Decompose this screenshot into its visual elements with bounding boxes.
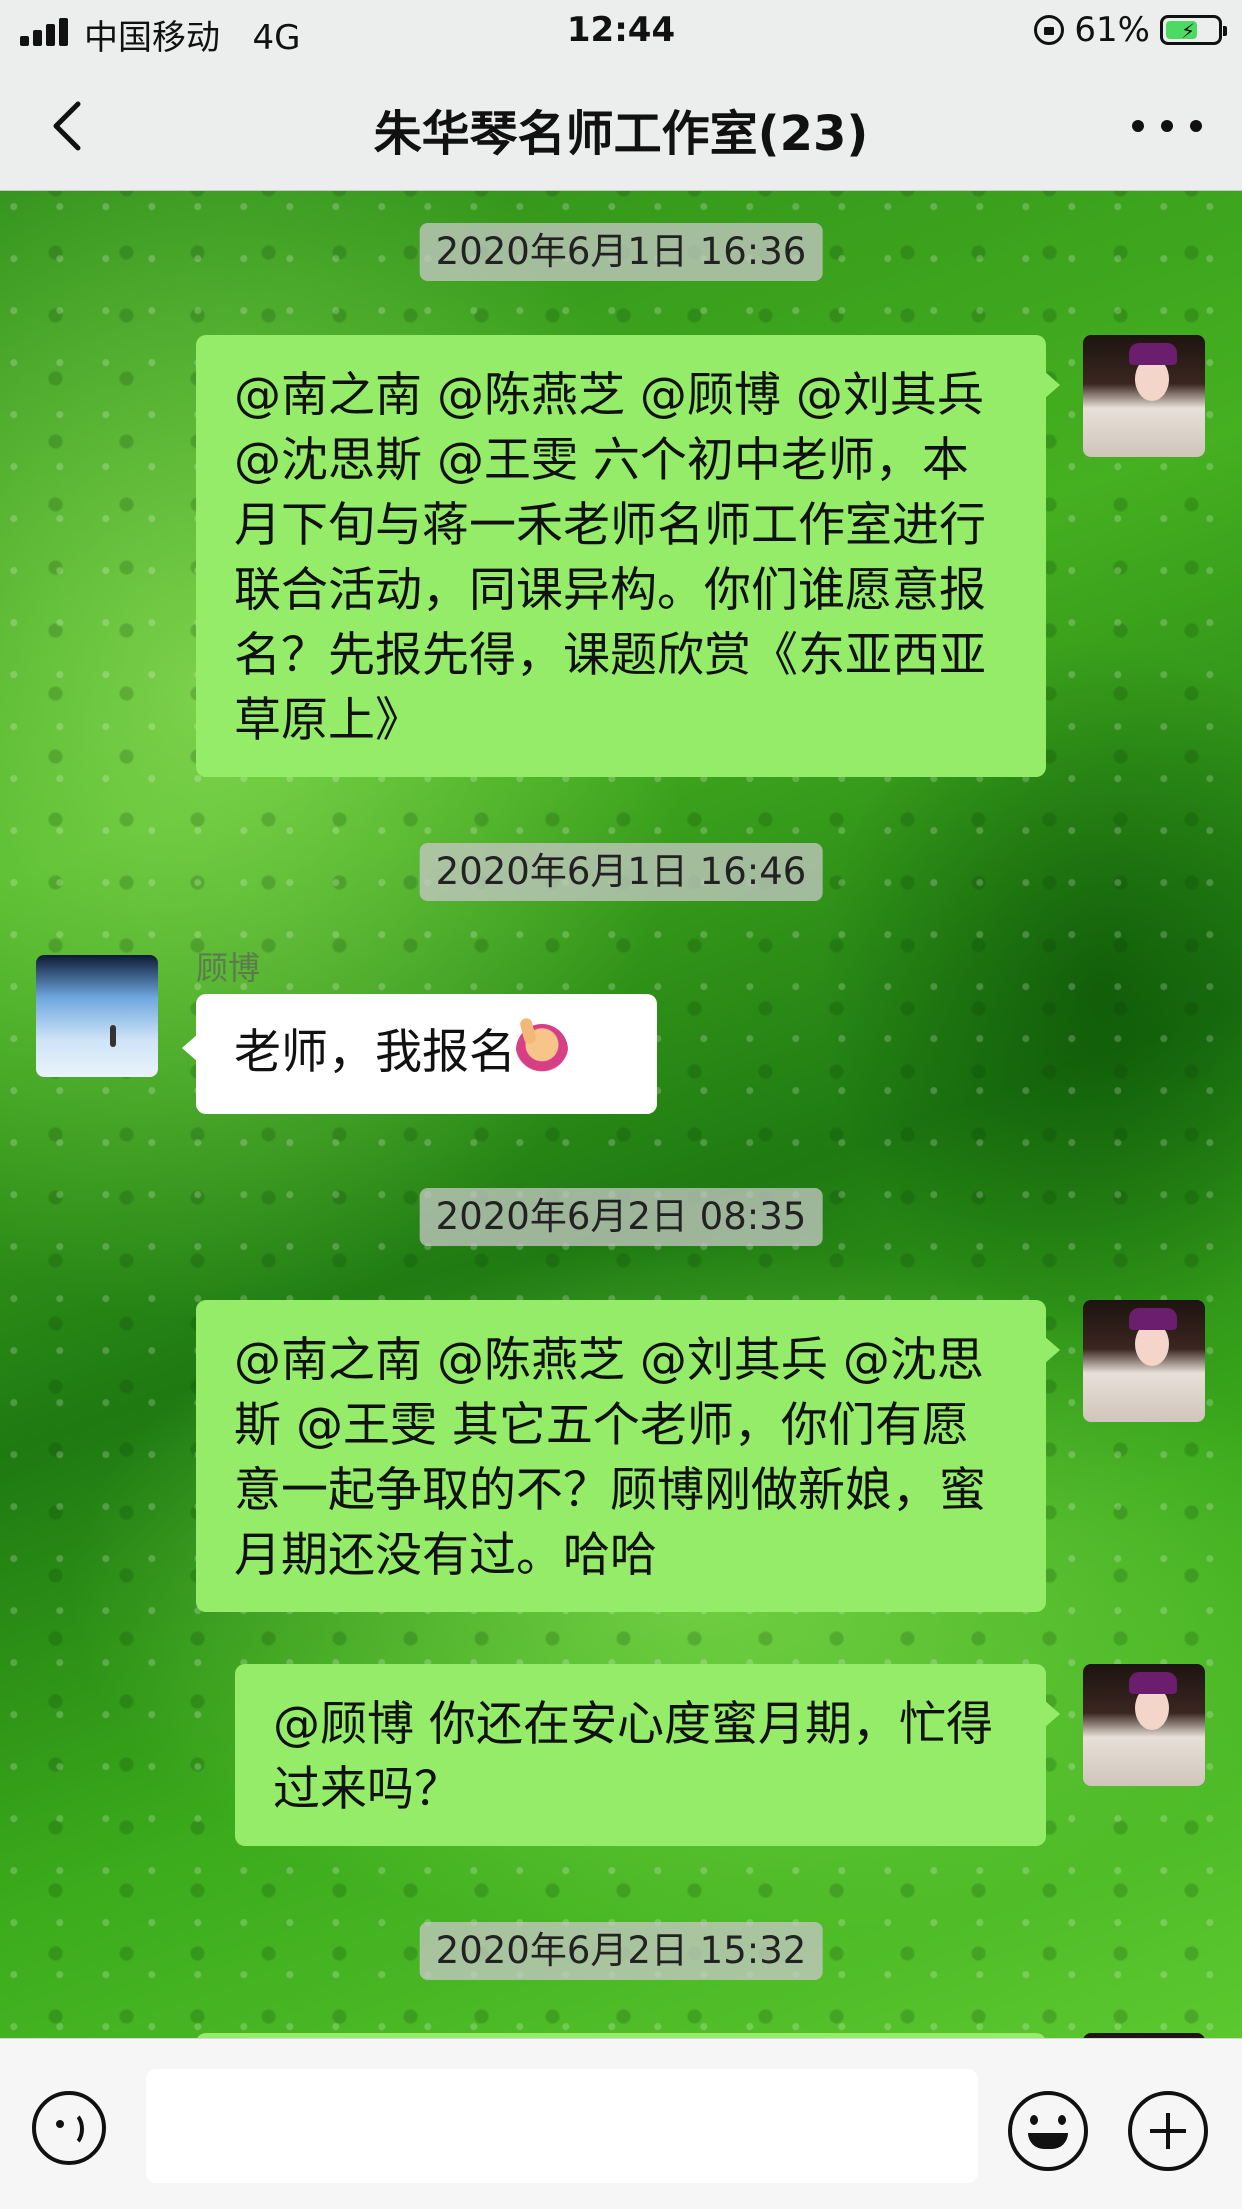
- charging-bolt-icon: ⚡: [1181, 19, 1196, 43]
- my-avatar[interactable]: [1083, 1664, 1205, 1786]
- ellipsis-icon[interactable]: [1132, 106, 1202, 146]
- message-timestamp: 2020年6月1日 16:46: [419, 843, 823, 901]
- chat-title: 朱华琴名师工作室(23): [373, 106, 869, 162]
- plus-icon[interactable]: [1128, 2091, 1208, 2171]
- my-avatar[interactable]: [1083, 1300, 1205, 1422]
- raising-hand-emoji-icon: [516, 1024, 568, 1076]
- emoji-icon[interactable]: [1008, 2091, 1088, 2171]
- message-bubble-sent[interactable]: @南之南 @陈燕芝 @顾博 @刘其兵 @沈思斯 @王雯 六个初中老师，本月下旬与…: [196, 335, 1060, 777]
- status-bar: 中国移动 4G 12:44 61% ⚡: [0, 0, 1242, 62]
- message-bubble-received[interactable]: 老师，我报名: [182, 994, 657, 1114]
- orientation-lock-icon: [1034, 15, 1065, 45]
- message-timestamp: 2020年6月2日 15:32: [419, 1922, 823, 1980]
- battery-icon: ⚡: [1160, 15, 1227, 45]
- my-avatar[interactable]: [1083, 335, 1205, 457]
- message-text: 老师，我报名: [234, 1025, 516, 1080]
- message-bubble-sent[interactable]: @南之南 @陈燕芝 @刘其兵 @沈思斯 @王雯 其它五个老师，你们有愿意一起争取…: [196, 1300, 1060, 1612]
- status-right: 61% ⚡: [1034, 10, 1227, 50]
- voice-icon[interactable]: [32, 2091, 106, 2165]
- battery-percent: 61%: [1074, 10, 1150, 50]
- chat-messages[interactable]: 2020年6月1日 16:36 @南之南 @陈燕芝 @顾博 @刘其兵 @沈思斯 …: [0, 191, 1242, 2038]
- sender-avatar[interactable]: [36, 955, 158, 1077]
- input-bar: [0, 2038, 1242, 2209]
- sender-name: 顾博: [196, 949, 261, 987]
- message-timestamp: 2020年6月2日 08:35: [419, 1188, 823, 1246]
- chat-header: 朱华琴名师工作室(23): [0, 62, 1242, 191]
- message-input[interactable]: [146, 2069, 978, 2183]
- message-bubble-sent[interactable]: @顾博 你还在安心度蜜月期，忙得过来吗？: [235, 1664, 1060, 1846]
- message-timestamp: 2020年6月1日 16:36: [419, 223, 823, 281]
